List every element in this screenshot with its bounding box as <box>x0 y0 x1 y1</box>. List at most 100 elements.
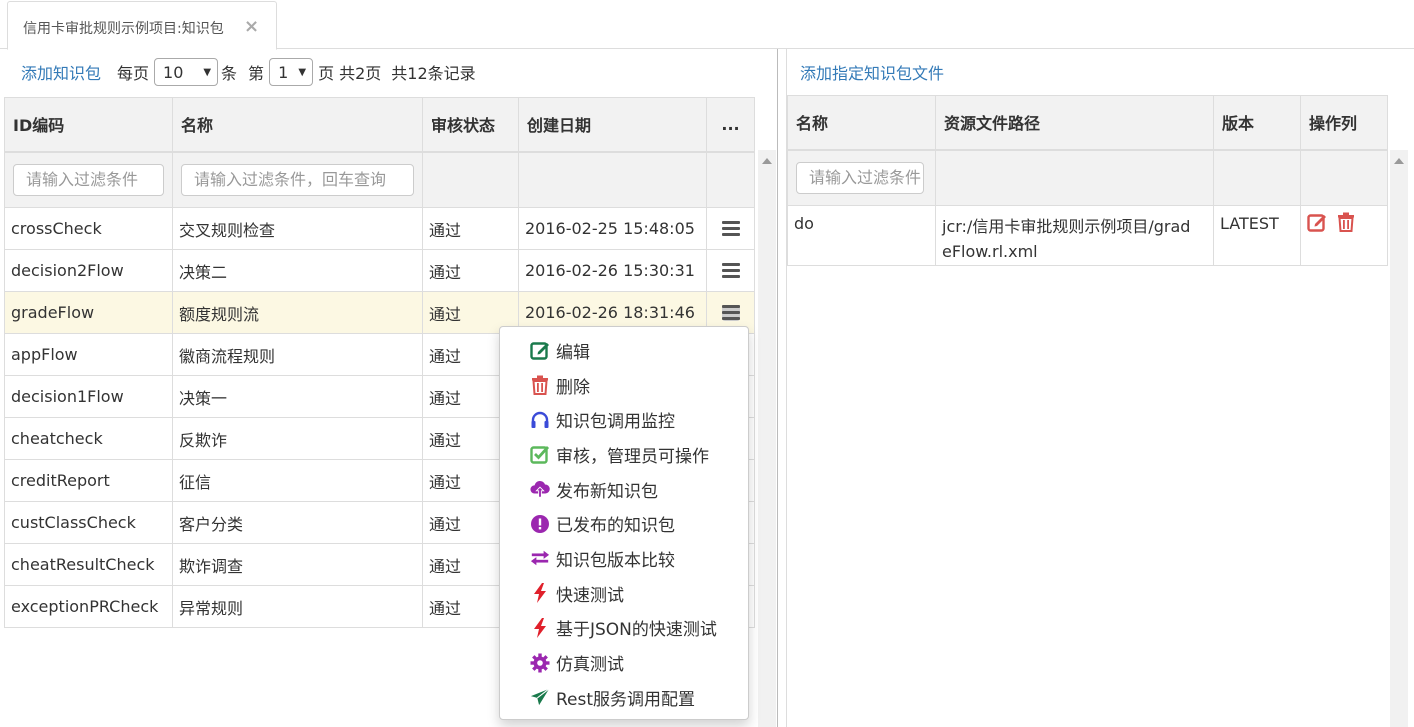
page-size-select[interactable]: 10 ▼ <box>154 58 219 86</box>
menu-item-label: 基于JSON的快速测试 <box>556 620 717 641</box>
cell-name: 反欺诈 <box>172 417 423 460</box>
cell-status: 通过 <box>422 207 519 250</box>
menu-item-quick-test[interactable]: 快速测试 <box>500 576 748 611</box>
exclamation-circle-icon <box>530 514 550 534</box>
tab-bar: 信用卡审批规则示例项目:知识包 × <box>0 0 1414 50</box>
check-square-icon <box>530 444 550 465</box>
cell-name: 交叉规则检查 <box>172 207 423 250</box>
close-icon[interactable]: × <box>244 16 259 37</box>
cell-id: decision1Flow <box>4 375 173 418</box>
page-number-select[interactable]: 1 ▼ <box>269 58 314 86</box>
menu-item-label: 发布新知识包 <box>556 481 658 502</box>
page-number-value: 1 <box>278 62 289 82</box>
per-page-suffix: 条 <box>221 64 238 83</box>
right-toolbar: 添加指定知识包文件 <box>800 58 944 86</box>
cell-path-line: jcr:/信用卡审批规则示例项目/grad <box>942 217 1191 236</box>
menu-item-label: 知识包版本比较 <box>556 550 675 571</box>
column-header-more: ... <box>706 97 755 153</box>
scroll-up-icon[interactable] <box>762 158 772 164</box>
menu-item-published[interactable]: 已发布的知识包 <box>500 506 748 541</box>
cloud-upload-icon <box>530 479 550 499</box>
add-resource-file-link[interactable]: 添加指定知识包文件 <box>800 60 944 84</box>
cell-id: creditReport <box>4 459 173 502</box>
trash-icon <box>530 375 550 396</box>
chevron-down-icon: ▼ <box>203 66 212 78</box>
table-row[interactable]: crossCheck 交叉规则检查 通过 2016-02-25 15:48:05 <box>4 207 755 250</box>
menu-item-delete[interactable]: 删除 <box>500 368 748 403</box>
page-size-value: 10 <box>163 62 184 82</box>
cell-name: 决策一 <box>172 375 423 418</box>
exchange-icon <box>530 548 550 568</box>
right-scrollbar[interactable] <box>1390 150 1408 727</box>
cell-name: 客户分类 <box>172 501 423 544</box>
menu-item-json-quick-test[interactable]: 基于JSON的快速测试 <box>500 611 748 646</box>
cell-name: 征信 <box>172 459 423 502</box>
cell-version: LATEST <box>1213 205 1301 266</box>
cell-id: appFlow <box>4 333 173 376</box>
cell-name: 异常规则 <box>172 585 423 628</box>
split-divider[interactable] <box>777 49 778 727</box>
menu-item-monitor[interactable]: 知识包调用监控 <box>500 402 748 437</box>
menu-item-review[interactable]: 审核，管理员可操作 <box>500 437 748 472</box>
cell-actions <box>1300 205 1388 266</box>
cell-id: gradeFlow <box>4 291 173 334</box>
menu-item-label: 审核，管理员可操作 <box>556 446 709 467</box>
row-menu-icon[interactable] <box>721 304 740 321</box>
tab-title: 信用卡审批规则示例项目:知识包 <box>23 21 224 37</box>
per-page-prefix: 每页 <box>117 64 150 83</box>
cell-name: 徽商流程规则 <box>172 333 423 376</box>
column-header-name[interactable]: 名称 <box>172 97 423 153</box>
table-row[interactable]: do jcr:/信用卡审批规则示例项目/grad eFlow.rl.xml LA… <box>787 205 1388 266</box>
menu-item-edit[interactable]: 编辑 <box>500 333 748 368</box>
row-menu-icon[interactable] <box>721 220 740 237</box>
cell-status: 通过 <box>422 249 519 292</box>
send-icon <box>530 687 550 707</box>
cell-name: do <box>787 205 936 266</box>
left-scrollbar[interactable] <box>758 150 776 727</box>
menu-item-label: 删除 <box>556 377 590 398</box>
row-context-menu: 编辑 删除 知识包调用监控 审核，管理员可操作 发布新知识包 已发布的知识包 知… <box>499 326 749 720</box>
menu-item-label: 仿真测试 <box>556 655 624 676</box>
row-menu-icon[interactable] <box>721 262 740 279</box>
edit-icon <box>530 340 550 361</box>
trash-icon[interactable] <box>1337 212 1355 232</box>
cell-name: 欺诈调查 <box>172 543 423 586</box>
cell-path: jcr:/信用卡审批规则示例项目/grad eFlow.rl.xml <box>935 205 1214 266</box>
menu-item-publish[interactable]: 发布新知识包 <box>500 472 748 507</box>
cell-date: 2016-02-25 15:48:05 <box>518 207 707 250</box>
column-header-id[interactable]: ID编码 <box>4 97 173 153</box>
chevron-down-icon: ▼ <box>298 66 307 78</box>
page-suffix: 页 <box>318 64 335 83</box>
filter-name-input[interactable]: 请输入过滤条件 <box>796 161 924 194</box>
cell-id: decision2Flow <box>4 249 173 292</box>
menu-item-label: 知识包调用监控 <box>556 412 675 433</box>
menu-item-compare[interactable]: 知识包版本比较 <box>500 541 748 576</box>
cell-id: custClassCheck <box>4 501 173 544</box>
menu-item-label: 快速测试 <box>556 585 624 606</box>
menu-item-label: Rest服务调用配置 <box>556 689 696 710</box>
cell-name: 决策二 <box>172 249 423 292</box>
column-header-actions: 操作列 <box>1300 95 1388 151</box>
menu-item-rest-config[interactable]: Rest服务调用配置 <box>500 680 748 715</box>
column-header-version[interactable]: 版本 <box>1213 95 1301 151</box>
cell-id: cheatResultCheck <box>4 543 173 586</box>
menu-item-simulation-test[interactable]: 仿真测试 <box>500 645 748 680</box>
column-header-path[interactable]: 资源文件路径 <box>935 95 1214 151</box>
table-row[interactable]: decision2Flow 决策二 通过 2016-02-26 15:30:31 <box>4 249 755 292</box>
headphones-icon <box>530 410 550 430</box>
column-header-date[interactable]: 创建日期 <box>518 97 707 153</box>
cell-id: cheatcheck <box>4 417 173 460</box>
column-header-status[interactable]: 审核状态 <box>422 97 519 153</box>
edit-icon[interactable] <box>1307 212 1327 232</box>
filter-id-input[interactable]: 请输入过滤条件 <box>13 163 164 196</box>
scroll-up-icon[interactable] <box>1394 158 1404 164</box>
add-package-link[interactable]: 添加知识包 <box>21 60 101 84</box>
cell-id: exceptionPRCheck <box>4 585 173 628</box>
tab-knowledge-package[interactable]: 信用卡审批规则示例项目:知识包 × <box>7 1 277 50</box>
cell-path-line: eFlow.rl.xml <box>942 242 1038 261</box>
bolt-icon <box>530 617 550 638</box>
filter-name-input[interactable]: 请输入过滤条件，回车查询 <box>181 163 414 196</box>
column-header-name[interactable]: 名称 <box>787 95 936 151</box>
cog-icon <box>530 653 550 673</box>
filter-row: 请输入过滤条件 <box>787 149 1388 206</box>
